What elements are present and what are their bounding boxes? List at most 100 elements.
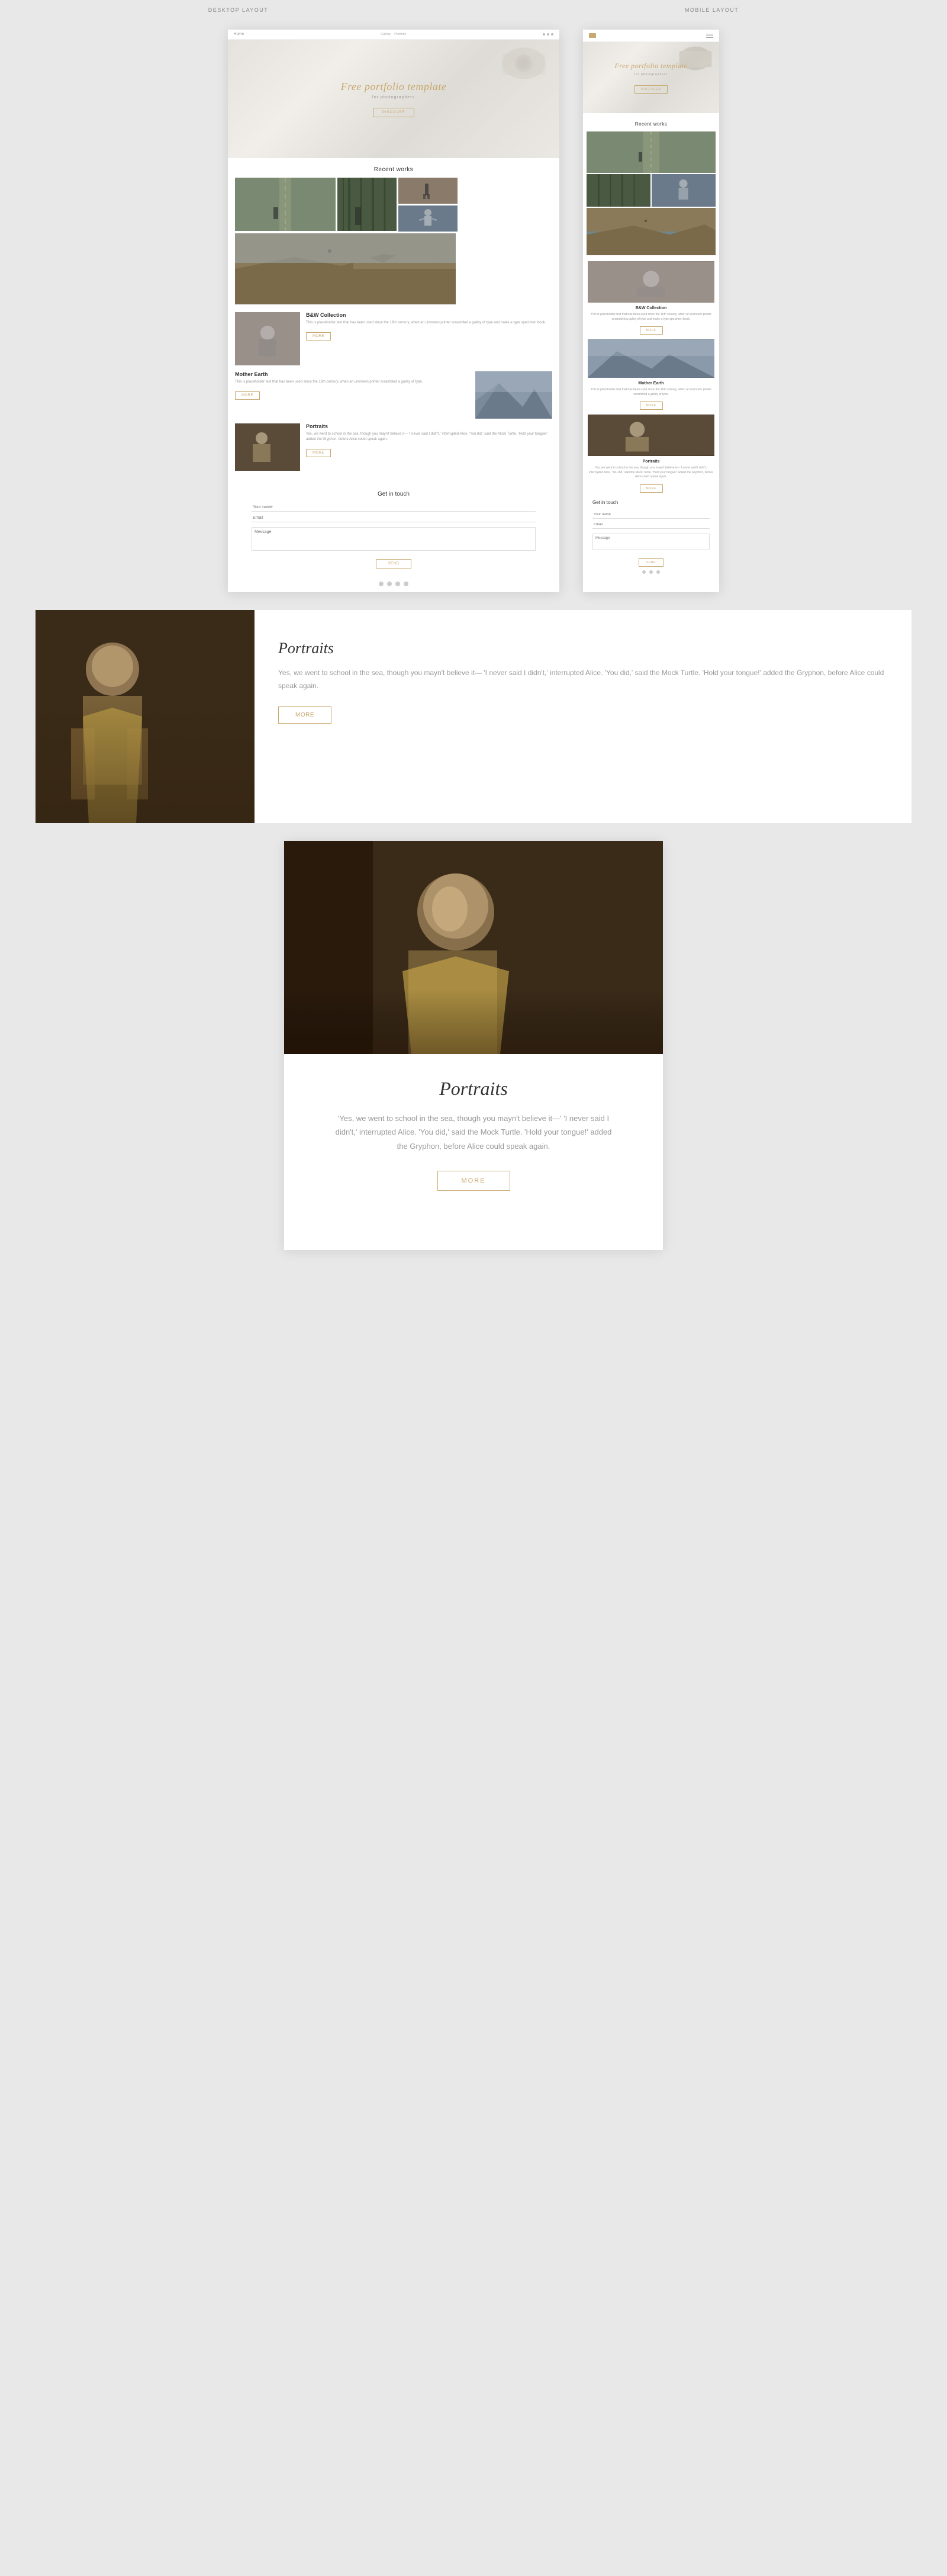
portraits-page-title: Portraits xyxy=(278,640,888,657)
portrait-left-image xyxy=(36,610,255,823)
mobile-mother-title: Mother Earth xyxy=(588,381,714,386)
hero-content: Free portfolio template for photographer… xyxy=(341,81,447,117)
top-area: Home Gallery Portfolio xyxy=(0,18,947,592)
mobile-recent-works-title: Recent works xyxy=(583,113,719,131)
mobile-contact-form xyxy=(592,511,710,550)
photo-figure xyxy=(398,205,458,232)
large-page-btn[interactable]: MORE xyxy=(437,1171,510,1191)
social-email-icon[interactable] xyxy=(379,582,384,586)
mobile-contact-message[interactable] xyxy=(592,534,710,550)
desktop-nav-logo: Home xyxy=(234,33,244,36)
bw-collection-btn[interactable]: MORE xyxy=(306,332,331,341)
mobile-row-2 xyxy=(587,174,716,207)
mother-earth-desc: This is placeholder text that has been u… xyxy=(235,380,469,385)
portrait-right-content: Portraits Yes, we went to school in the … xyxy=(255,610,911,823)
mobile-mother-btn[interactable]: MORE xyxy=(640,402,663,410)
desktop-recent-works-title: Recent works xyxy=(228,158,559,178)
mobile-portraits-title: Portraits xyxy=(588,460,714,464)
desktop-label: DESKTOP LAYOUT xyxy=(208,7,269,13)
photo-road xyxy=(235,178,336,231)
mother-mountain-row: Mother Earth This is placeholder text th… xyxy=(235,371,552,419)
mobile-mockup: Free portfolio template for photographer… xyxy=(583,30,719,592)
mobile-social-twitter[interactable] xyxy=(642,570,646,574)
hamburger-icon[interactable] xyxy=(706,34,713,38)
mobile-hero-btn[interactable]: DISCOVER xyxy=(634,85,668,94)
mobile-photo-road xyxy=(587,131,716,173)
mobile-nav xyxy=(583,30,719,42)
desktop-photo-grid xyxy=(228,178,559,304)
social-twitter-icon[interactable] xyxy=(395,582,400,586)
desktop-footer-social xyxy=(228,577,559,592)
portraits-page-btn[interactable]: MORE xyxy=(278,706,331,724)
desktop-hero-subtitle: for photographers xyxy=(341,95,447,99)
mobile-bw-thumb xyxy=(588,261,714,303)
photo-person xyxy=(398,178,458,204)
mobile-contact-submit[interactable]: SEND xyxy=(639,558,663,567)
photo-row-2 xyxy=(235,233,552,304)
contact-submit-btn[interactable]: SEND xyxy=(376,559,412,568)
bw-thumb xyxy=(235,312,300,365)
mobile-mother-desc: This is placeholder text that has been u… xyxy=(588,388,714,397)
portrait-thumb xyxy=(235,423,300,471)
layout-labels: DESKTOP LAYOUT MOBILE LAYOUT xyxy=(0,0,947,18)
mobile-contact-email[interactable] xyxy=(592,521,710,529)
desktop-hero-btn[interactable]: DISCOVER xyxy=(373,108,414,117)
photo-row-1 xyxy=(235,178,552,232)
mobile-hero: Free portfolio template for photographer… xyxy=(583,42,719,113)
large-page-mockup: Portraits 'Yes, we went to school in the… xyxy=(284,841,663,1250)
mobile-portraits-desc: Yes, we went to school in the sea, thoug… xyxy=(588,466,714,480)
mobile-hero-title: Free portfolio template xyxy=(614,62,687,70)
page-wrapper: DESKTOP LAYOUT MOBILE LAYOUT Home Galler… xyxy=(0,0,947,1250)
mobile-logo xyxy=(589,33,596,38)
bw-collection-text: B&W Collection This is placeholder text … xyxy=(306,312,552,341)
contact-name-input[interactable] xyxy=(252,503,536,512)
large-page-title: Portraits xyxy=(331,1078,616,1100)
mobile-mountain-section: Mother Earth This is placeholder text th… xyxy=(583,337,719,412)
portraits-item: Portraits Yes, we went to school in the … xyxy=(235,423,552,471)
social-facebook-icon[interactable] xyxy=(387,582,392,586)
contact-email-input[interactable] xyxy=(252,514,536,522)
mobile-photo-cliff xyxy=(587,208,716,255)
contact-message-input[interactable] xyxy=(252,527,536,551)
portraits-title: Portraits xyxy=(306,423,552,429)
desktop-contact-form xyxy=(252,503,536,551)
photo-cliff xyxy=(235,233,456,304)
portraits-page-desc: Yes, we went to school in the sea, thoug… xyxy=(278,667,888,692)
social-instagram-icon[interactable] xyxy=(404,582,408,586)
desktop-nav: Home Gallery Portfolio xyxy=(228,30,559,40)
mobile-photo-forest xyxy=(587,174,650,207)
mobile-mountain-thumb xyxy=(588,339,714,378)
bw-collection-title: B&W Collection xyxy=(306,312,552,318)
desktop-hero-title: Free portfolio template xyxy=(341,81,447,93)
large-hero-image xyxy=(284,841,663,1054)
portraits-btn[interactable]: MORE xyxy=(306,449,331,457)
desktop-nav-icons xyxy=(543,33,553,36)
nav-social-icon-1 xyxy=(543,33,545,36)
camera-icon xyxy=(500,46,547,81)
photo-col-right xyxy=(398,178,458,232)
nav-link-portfolio[interactable]: Portfolio xyxy=(394,33,406,36)
photo-forest xyxy=(337,178,397,231)
mobile-social-ig[interactable] xyxy=(656,570,660,574)
mobile-bw-section: B&W Collection This is placeholder text … xyxy=(583,256,719,337)
desktop-contact-title: Get in touch xyxy=(252,491,536,497)
nav-link-gallery[interactable]: Gallery xyxy=(381,33,391,36)
mobile-contact-section: Get in touch SEND xyxy=(583,495,719,582)
mobile-contact-name[interactable] xyxy=(592,511,710,519)
mobile-hero-content: Free portfolio template for photographer… xyxy=(614,62,687,94)
mother-earth-btn[interactable]: MORE xyxy=(235,391,260,400)
desktop-nav-links: Gallery Portfolio xyxy=(381,33,407,36)
bw-collection-item: B&W Collection This is placeholder text … xyxy=(235,312,552,365)
mobile-portraits-btn[interactable]: MORE xyxy=(640,484,663,493)
mobile-hero-subtitle: for photographers xyxy=(614,73,687,76)
mobile-social-fb[interactable] xyxy=(649,570,653,574)
nav-social-icon-3 xyxy=(551,33,553,36)
large-page-desc: 'Yes, we went to school in the sea, thou… xyxy=(331,1112,616,1153)
mobile-portrait-section: Portraits Yes, we went to school in the … xyxy=(583,412,719,495)
mobile-footer-social xyxy=(592,567,710,577)
desktop-works-section: B&W Collection This is placeholder text … xyxy=(228,306,559,483)
mother-earth-title: Mother Earth xyxy=(235,371,469,377)
mother-earth-section: Mother Earth This is placeholder text th… xyxy=(235,371,469,419)
mobile-portrait-thumb xyxy=(588,415,714,456)
mobile-bw-btn[interactable]: MORE xyxy=(640,326,663,335)
